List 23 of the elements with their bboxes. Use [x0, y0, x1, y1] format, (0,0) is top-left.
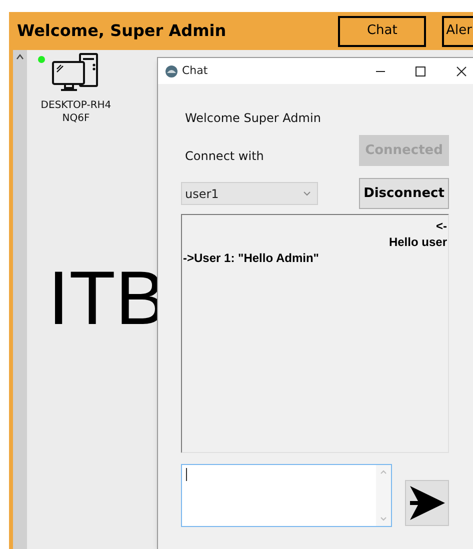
- scroll-up-icon[interactable]: [16, 54, 24, 60]
- banner-text: ITB: [48, 261, 166, 337]
- maximize-icon[interactable]: [415, 66, 426, 76]
- message-text: <-: [436, 218, 447, 234]
- chevron-down-icon: [303, 191, 311, 196]
- computer-icon[interactable]: [52, 53, 100, 93]
- close-icon[interactable]: [456, 66, 467, 76]
- disconnect-button[interactable]: Disconnect: [359, 178, 449, 209]
- app-icon: [165, 64, 178, 78]
- connect-label: Connect with: [185, 148, 264, 165]
- send-icon: [408, 484, 446, 522]
- header-button[interactable]: Chat: [338, 16, 426, 46]
- header-title: Welcome, Super Admin: [17, 20, 226, 42]
- device-name[interactable]: DESKTOP-RH4NQ6F: [39, 99, 113, 125]
- user-dropdown[interactable]: user1: [181, 182, 318, 205]
- window-title: Chat: [182, 62, 208, 79]
- message-text: ->User 1: "Hello Admin": [183, 250, 319, 266]
- message-text: Hello user: [388, 234, 447, 250]
- message-input[interactable]: [181, 464, 392, 527]
- send-button[interactable]: [405, 480, 449, 526]
- welcome-text: Welcome Super Admin: [185, 110, 322, 126]
- header-button[interactable]: Aler: [442, 16, 473, 46]
- scrollbar[interactable]: [13, 50, 27, 549]
